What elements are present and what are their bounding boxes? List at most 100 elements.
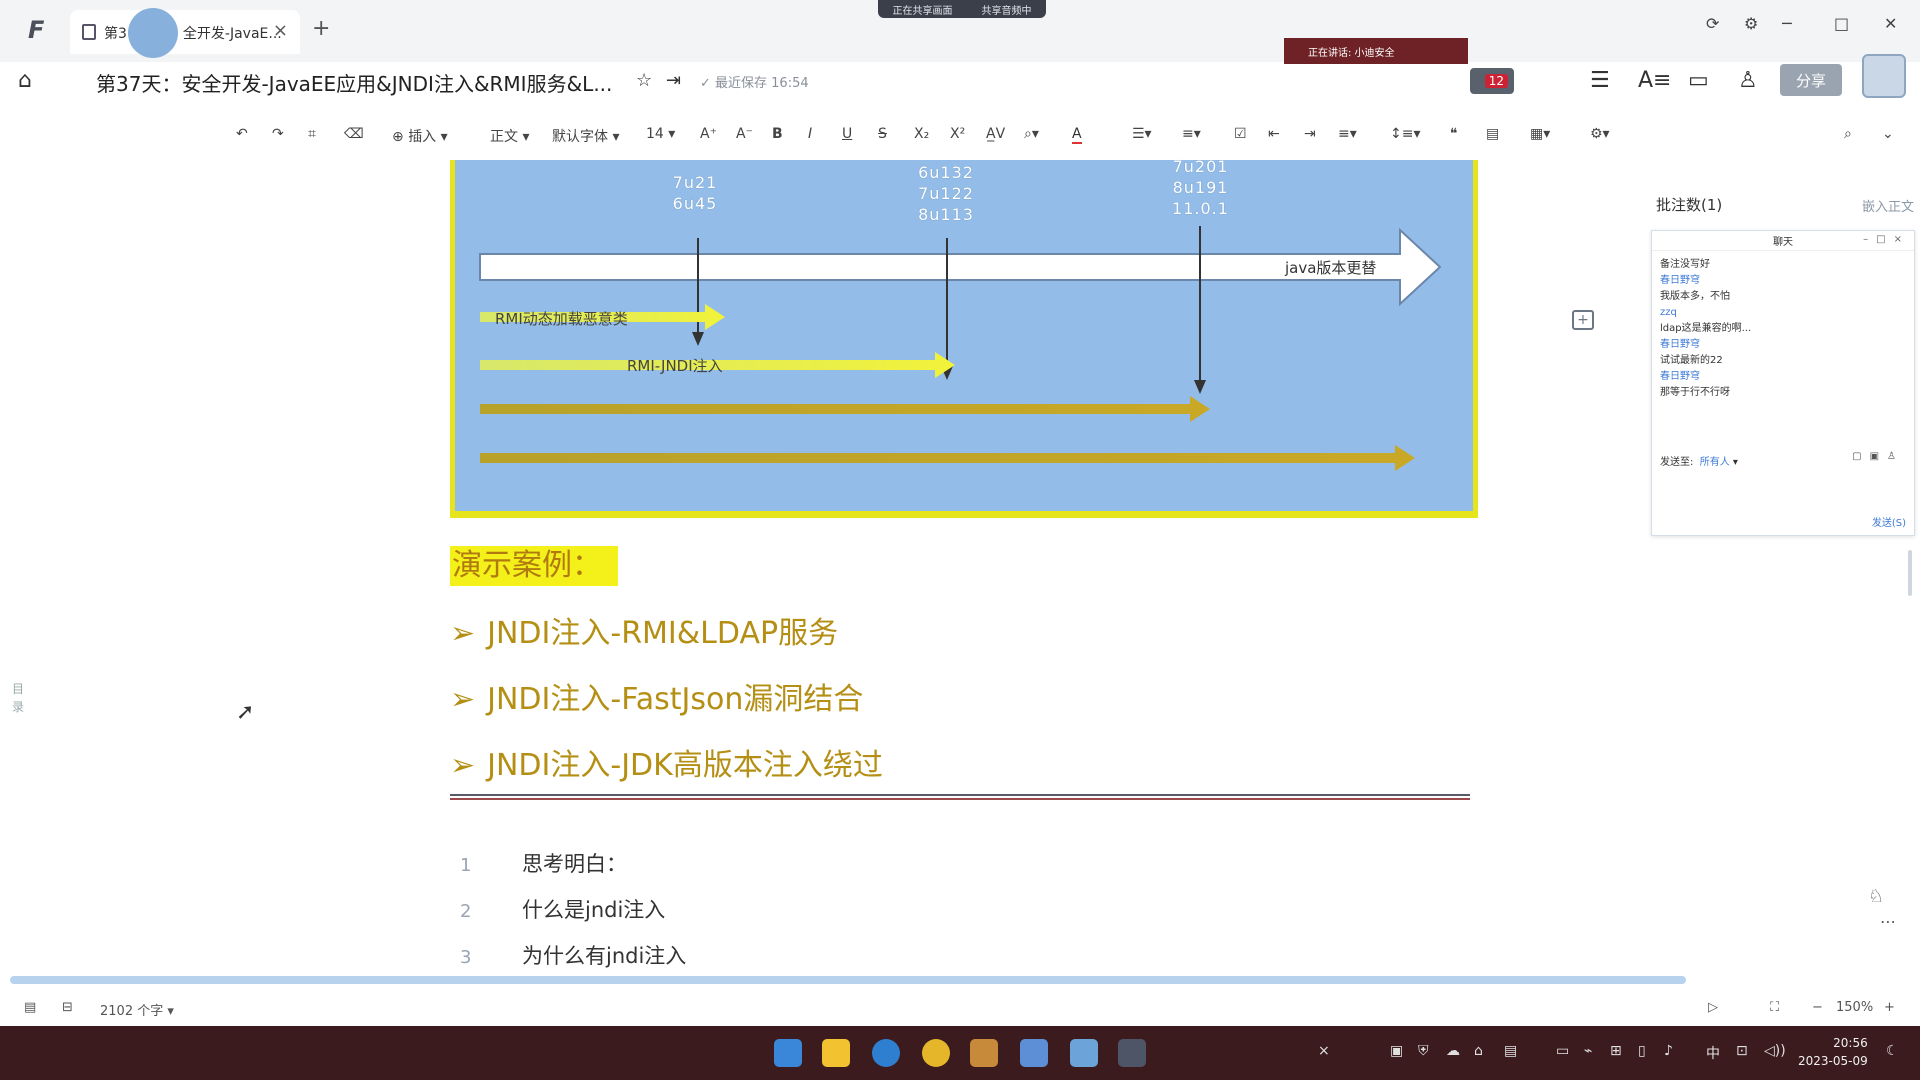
ime-indicator[interactable]: 中: [1706, 1043, 1720, 1063]
format-painter-icon[interactable]: ⌗: [308, 126, 316, 142]
quote-icon[interactable]: ❝: [1450, 126, 1458, 142]
screen-share-banner[interactable]: 正在共享画面 共享音频中: [878, 0, 1046, 18]
chat-window[interactable]: 聊天 –□× 备注没写好 春日野穹 我版本多，不怕 zzq ldap这是兼容的啊…: [1651, 230, 1915, 536]
play-icon[interactable]: ▷: [1708, 1000, 1718, 1015]
outline-view-icon[interactable]: ▤: [24, 1000, 36, 1015]
menu-icon[interactable]: ☰: [1590, 68, 1610, 93]
settings-gear-icon[interactable]: ⚙: [1744, 14, 1758, 33]
app-logo-icon[interactable]: F: [28, 16, 56, 44]
tab-close-icon[interactable]: ×: [273, 20, 288, 41]
security-shield-icon[interactable]: ⛨: [1418, 1043, 1429, 1059]
eraser-icon[interactable]: ⌫: [344, 126, 364, 142]
highlight-icon[interactable]: ⌕▾: [1024, 126, 1039, 142]
notification-icon[interactable]: ☾: [1886, 1043, 1899, 1059]
send-button[interactable]: 发送(S): [1872, 514, 1906, 529]
tray-extra-icon[interactable]: ⌁: [1584, 1043, 1592, 1059]
star-icon[interactable]: ☆: [636, 70, 652, 91]
help-icon[interactable]: ♘: [1868, 886, 1884, 907]
system-clock[interactable]: 20:56 2023-05-09: [1798, 1034, 1868, 1070]
superscript-icon[interactable]: X²: [950, 126, 965, 142]
home-icon[interactable]: ⌂: [18, 68, 32, 93]
vertical-scrollbar[interactable]: [1908, 550, 1912, 596]
paragraph-style-select[interactable]: 正文 ▾: [490, 126, 529, 146]
character-spacing-icon[interactable]: A̲V: [986, 126, 1005, 142]
redo-icon[interactable]: ↷: [272, 126, 284, 142]
document-title[interactable]: 第37天：安全开发-JavaEE应用&JNDI注入&RMI服务&L...: [96, 68, 612, 97]
tray-windows-icon[interactable]: ⊞: [1610, 1043, 1622, 1059]
app-icon-animal[interactable]: [970, 1039, 998, 1067]
refresh-icon[interactable]: ⟳: [1706, 14, 1719, 33]
send-to-row[interactable]: 发送至: 所有人 ▾: [1660, 453, 1738, 468]
shrink-font-icon[interactable]: A⁻: [736, 126, 753, 142]
share-button[interactable]: 分享: [1780, 64, 1842, 96]
bold-icon[interactable]: B: [772, 126, 783, 142]
present-icon[interactable]: ▭: [1688, 68, 1709, 93]
collaborate-icon[interactable]: ♙: [1738, 68, 1758, 93]
chat-window-controls[interactable]: –□×: [1863, 234, 1910, 245]
network-icon[interactable]: ⊡: [1736, 1043, 1748, 1059]
line-spacing-icon[interactable]: ↕≡▾: [1390, 126, 1421, 142]
minimize-button[interactable]: ─: [1782, 14, 1792, 33]
embed-in-text-link[interactable]: 嵌入正文: [1862, 196, 1914, 215]
align-icon[interactable]: ≡▾: [1338, 126, 1357, 142]
tray-phone-icon[interactable]: ▯: [1638, 1043, 1646, 1059]
chat-tools-icons[interactable]: ▢▣♙: [1852, 451, 1904, 462]
version-label: 6u45: [672, 194, 718, 213]
horizontal-scrollbar[interactable]: [10, 976, 1686, 984]
wps-icon[interactable]: [1118, 1039, 1146, 1067]
outline-toggle[interactable]: 目录: [12, 680, 26, 716]
collaborators-badge[interactable]: 12: [1470, 68, 1514, 94]
microphone-icon[interactable]: ♪: [1664, 1043, 1673, 1059]
text-style-icon[interactable]: A≡: [1638, 68, 1671, 93]
decrease-indent-icon[interactable]: ⇤: [1268, 126, 1280, 142]
tray-close-icon[interactable]: ×: [1318, 1043, 1330, 1059]
windows-start-icon[interactable]: [774, 1039, 802, 1067]
user-avatar[interactable]: [1862, 54, 1906, 98]
increase-indent-icon[interactable]: ⇥: [1304, 126, 1316, 142]
new-tab-button[interactable]: +: [312, 16, 330, 41]
zoom-level[interactable]: 150%: [1836, 1000, 1873, 1015]
tray-network-icon[interactable]: ⌂: [1474, 1043, 1483, 1059]
bullet-list-icon[interactable]: ☰▾: [1132, 126, 1152, 142]
checklist-icon[interactable]: ☑: [1234, 126, 1247, 142]
tray-monitor-icon[interactable]: ▭: [1556, 1043, 1569, 1059]
document-canvas[interactable]: 目录 ➚ 7u21 6u45 6u132 7u122 8u113 7u201 8…: [0, 157, 1920, 980]
tab-document[interactable]: 第3 全开发-JavaE... ×: [70, 10, 300, 54]
numbered-list-icon[interactable]: ≡▾: [1182, 126, 1201, 142]
zoom-out-button[interactable]: −: [1812, 1000, 1823, 1015]
undo-icon[interactable]: ↶: [236, 126, 248, 142]
font-family-select[interactable]: 默认字体 ▾: [552, 126, 619, 146]
underline-icon[interactable]: U: [842, 126, 852, 142]
move-to-icon[interactable]: ⇥: [666, 70, 681, 91]
insert-menu[interactable]: ⊕ 插入 ▾: [392, 126, 448, 146]
volume-icon[interactable]: ◁)): [1764, 1043, 1786, 1059]
font-size-select[interactable]: 14 ▾: [646, 126, 675, 142]
italic-icon[interactable]: I: [808, 126, 812, 142]
send-to-select[interactable]: 所有人: [1700, 457, 1730, 468]
photos-icon[interactable]: [1070, 1039, 1098, 1067]
subscript-icon[interactable]: X₂: [914, 126, 929, 142]
search-icon[interactable]: ⌕: [1844, 126, 1852, 142]
typora-icon[interactable]: [1020, 1039, 1048, 1067]
page-view-icon[interactable]: ⊟: [62, 1000, 73, 1015]
more-options-icon[interactable]: ⋯: [1880, 912, 1896, 931]
tray-cloud-icon[interactable]: ☁: [1446, 1043, 1460, 1059]
tray-app-icon-2[interactable]: ▤: [1504, 1043, 1517, 1059]
more-tools-icon[interactable]: ⚙▾: [1590, 126, 1610, 142]
close-window-button[interactable]: ✕: [1884, 14, 1897, 33]
collapse-toolbar-icon[interactable]: ⌄: [1882, 126, 1894, 142]
fullscreen-icon[interactable]: ⛶: [1770, 1000, 1779, 1015]
table-icon[interactable]: ▦▾: [1530, 126, 1550, 142]
strikethrough-icon[interactable]: S: [878, 126, 887, 142]
grow-font-icon[interactable]: A⁺: [700, 126, 717, 142]
add-comment-icon[interactable]: +: [1572, 310, 1594, 330]
chrome-browser-icon[interactable]: [922, 1039, 950, 1067]
word-count[interactable]: 2102 个字 ▾: [100, 1000, 174, 1019]
tray-app-icon[interactable]: ▣: [1390, 1043, 1403, 1059]
edge-browser-icon[interactable]: [872, 1039, 900, 1067]
zoom-in-button[interactable]: +: [1884, 1000, 1895, 1015]
font-color-icon[interactable]: A: [1072, 126, 1082, 144]
maximize-button[interactable]: □: [1834, 14, 1849, 33]
block-icon[interactable]: ▤: [1486, 126, 1499, 142]
file-explorer-icon[interactable]: [822, 1039, 850, 1067]
